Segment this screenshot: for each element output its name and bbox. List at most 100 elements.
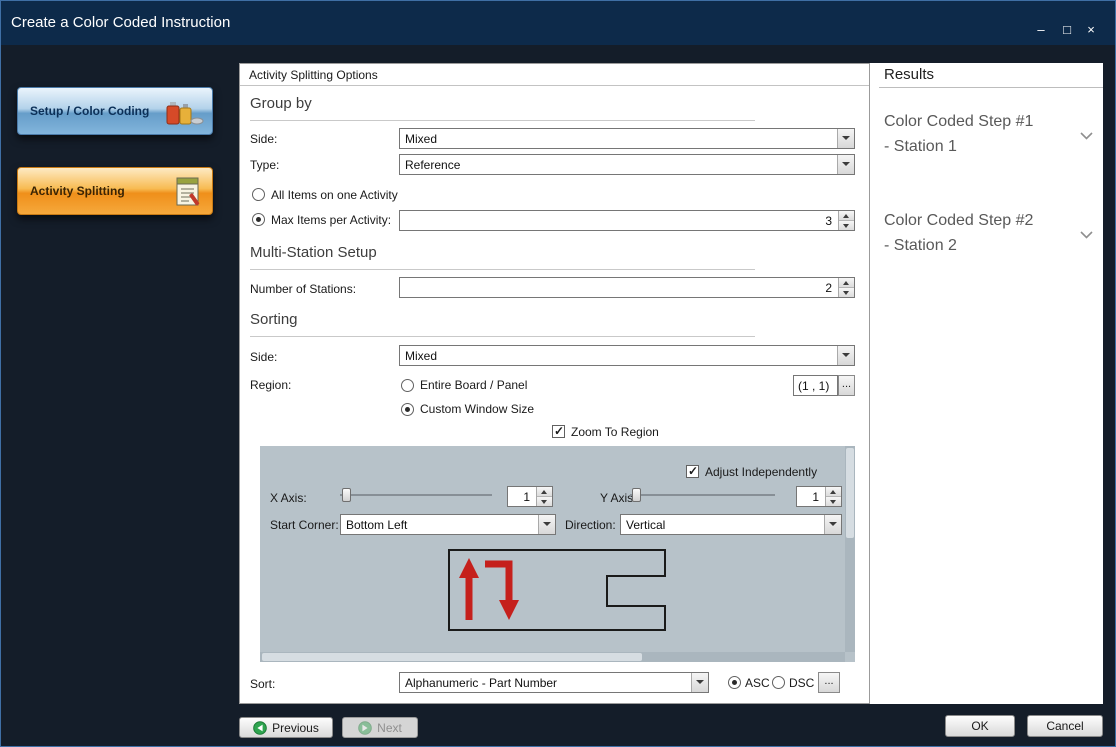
spin-up-button[interactable] (826, 487, 841, 497)
previous-arrow-icon (253, 721, 267, 735)
dsc-radio-label: DSC (789, 676, 814, 690)
activity-splitting-options-panel: Activity Splitting Options Group by Side… (239, 63, 870, 704)
dropdown-arrow-icon[interactable] (837, 155, 854, 174)
x-axis-value: 1 (523, 490, 530, 504)
asc-radio-label: ASC (745, 676, 770, 690)
spin-up-button[interactable] (537, 487, 552, 497)
result-item-step-1[interactable]: Color Coded Step #1 - Station 1 (879, 109, 1103, 173)
number-of-stations-input[interactable]: 2 (399, 277, 855, 298)
dropdown-arrow-icon[interactable] (691, 673, 708, 692)
minimize-button[interactable]: – (1031, 21, 1051, 39)
dsc-radio[interactable] (772, 676, 785, 689)
previous-button[interactable]: Previous (239, 717, 333, 738)
titlebar: Create a Color Coded Instruction – □ × (1, 1, 1115, 45)
x-axis-slider-thumb[interactable] (342, 488, 351, 502)
spin-down-button[interactable] (839, 288, 854, 298)
spin-down-button[interactable] (537, 497, 552, 507)
max-items-spinner (838, 211, 854, 230)
panel-title: Activity Splitting Options (249, 68, 378, 82)
cancel-button[interactable]: Cancel (1027, 715, 1103, 737)
y-axis-input[interactable]: 1 (796, 486, 842, 507)
result-item-label: Color Coded Step #1 - Station 1 (884, 109, 1064, 159)
horizontal-scrollbar[interactable] (260, 652, 845, 662)
x-axis-input[interactable]: 1 (507, 486, 553, 507)
start-corner-select[interactable]: Bottom Left (340, 514, 556, 535)
x-axis-slider[interactable] (340, 487, 492, 503)
sidebar-step-setup-color-coding[interactable]: Setup / Color Coding (17, 87, 213, 135)
vertical-scrollbar[interactable] (845, 446, 855, 652)
scrollbar-thumb[interactable] (846, 448, 854, 538)
chevron-down-icon[interactable] (1080, 226, 1093, 244)
dropdown-arrow-icon[interactable] (837, 129, 854, 148)
spin-down-button[interactable] (839, 221, 854, 231)
window-title: Create a Color Coded Instruction (11, 14, 230, 31)
y-axis-slider[interactable] (630, 487, 775, 503)
all-items-radio-label: All Items on one Activity (271, 188, 398, 202)
content-area: Activity Splitting Options Group by Side… (239, 63, 1103, 704)
number-of-stations-value: 2 (825, 281, 832, 295)
chevron-down-icon[interactable] (1080, 127, 1093, 145)
sorting-side-select[interactable]: Mixed (399, 345, 855, 366)
max-items-radio-label: Max Items per Activity: (271, 213, 391, 227)
direction-label: Direction: (565, 518, 616, 532)
scrollbar-thumb[interactable] (262, 653, 642, 661)
y-axis-value: 1 (812, 490, 819, 504)
multi-station-rule (250, 269, 755, 270)
x-axis-spinner (536, 487, 552, 506)
y-axis-spinner (825, 487, 841, 506)
next-button-label: Next (377, 721, 402, 735)
next-button[interactable]: Next (342, 717, 418, 738)
max-items-radio[interactable] (252, 213, 265, 226)
notepad-icon (172, 175, 204, 214)
region-ellipsis-button[interactable]: ... (838, 375, 855, 396)
number-of-stations-label: Number of Stations: (250, 282, 356, 296)
group-side-select[interactable]: Mixed (399, 128, 855, 149)
all-items-radio[interactable] (252, 188, 265, 201)
side-label: Side: (250, 132, 277, 146)
slider-track (340, 494, 492, 496)
ok-button-label: OK (971, 719, 988, 733)
sorting-heading: Sorting (250, 311, 298, 328)
type-label: Type: (250, 158, 279, 172)
sort-ellipsis-button[interactable]: ... (818, 672, 840, 693)
maximize-button[interactable]: □ (1057, 21, 1077, 39)
custom-window-radio[interactable] (401, 403, 414, 416)
asc-radio[interactable] (728, 676, 741, 689)
custom-window-radio-label: Custom Window Size (420, 402, 534, 416)
direction-select[interactable]: Vertical (620, 514, 842, 535)
board-outline-diagram (447, 544, 668, 636)
start-corner-label: Start Corner: (270, 518, 339, 532)
y-axis-slider-thumb[interactable] (632, 488, 641, 502)
region-coords-field[interactable]: (1 , 1) (793, 375, 838, 396)
zoom-to-region-label: Zoom To Region (571, 425, 659, 439)
result-item-step-2[interactable]: Color Coded Step #2 - Station 2 (879, 208, 1103, 272)
result-item-label: Color Coded Step #2 - Station 2 (884, 208, 1064, 258)
spin-down-button[interactable] (826, 497, 841, 507)
region-coords-value: (1 , 1) (798, 379, 829, 393)
zoom-to-region-checkbox[interactable] (552, 425, 565, 438)
entire-board-radio-label: Entire Board / Panel (420, 378, 527, 392)
sidebar-step-activity-splitting[interactable]: Activity Splitting (17, 167, 213, 215)
close-button[interactable]: × (1081, 21, 1101, 39)
dropdown-arrow-icon[interactable] (837, 346, 854, 365)
adjust-independently-checkbox[interactable] (686, 465, 699, 478)
sort-value: Alphanumeric - Part Number (405, 676, 557, 690)
sorting-side-value: Mixed (405, 349, 437, 363)
results-title: Results (884, 66, 934, 83)
slider-track (630, 494, 775, 496)
ok-button[interactable]: OK (945, 715, 1015, 737)
spin-up-button[interactable] (839, 211, 854, 221)
max-items-input[interactable]: 3 (399, 210, 855, 231)
sort-select[interactable]: Alphanumeric - Part Number (399, 672, 709, 693)
spin-up-button[interactable] (839, 278, 854, 288)
results-panel: Results Color Coded Step #1 - Station 1 … (879, 63, 1103, 704)
paint-bottles-icon (164, 95, 204, 134)
dropdown-arrow-icon[interactable] (538, 515, 555, 534)
dropdown-arrow-icon[interactable] (824, 515, 841, 534)
group-type-select[interactable]: Reference (399, 154, 855, 175)
group-by-rule (250, 120, 755, 121)
x-axis-label: X Axis: (270, 491, 307, 505)
entire-board-radio[interactable] (401, 379, 414, 392)
region-label: Region: (250, 378, 291, 392)
sort-label: Sort: (250, 677, 275, 691)
